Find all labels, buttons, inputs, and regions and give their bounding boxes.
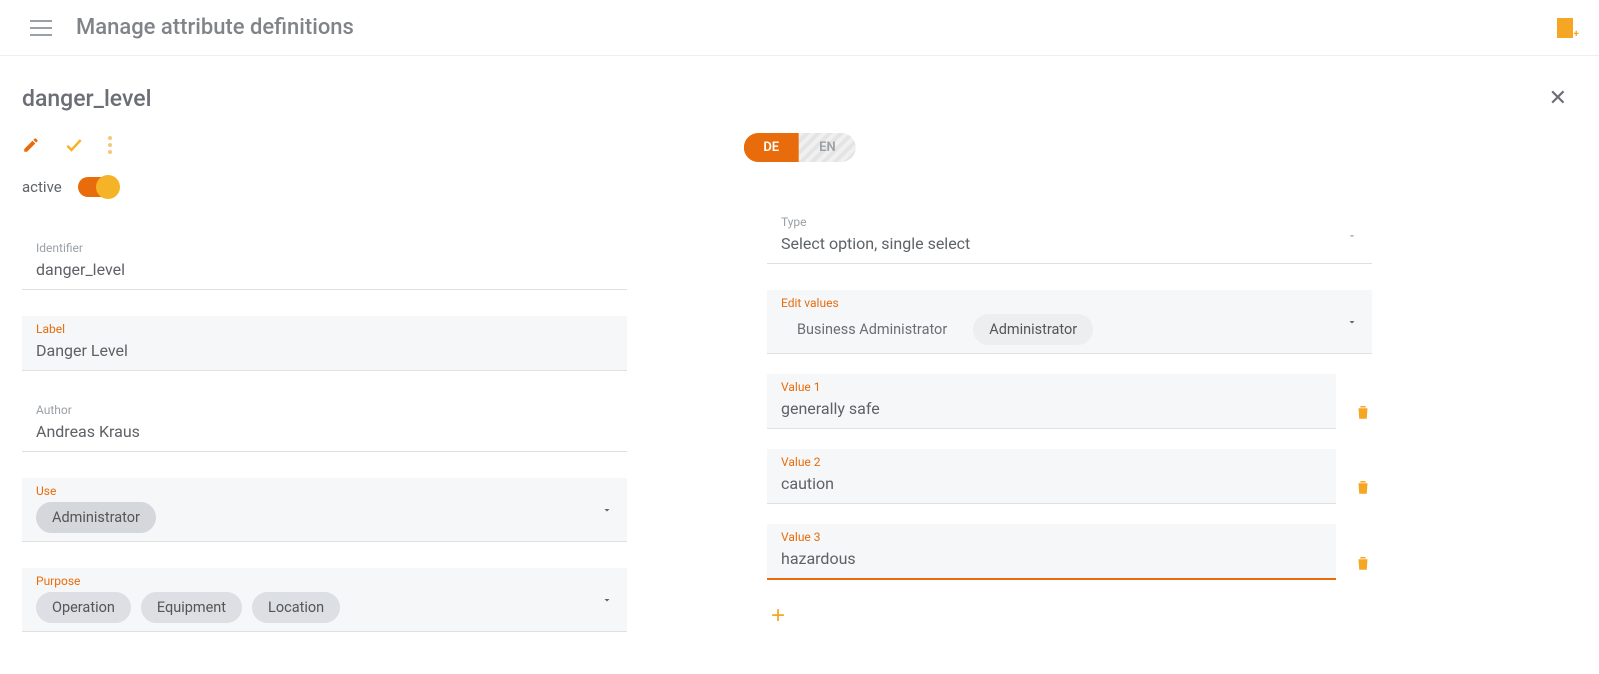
value-1-delete-icon[interactable]: [1354, 403, 1372, 429]
new-note-icon[interactable]: +: [1557, 18, 1577, 38]
use-chevron-down-icon[interactable]: [601, 504, 613, 516]
value-1-label: Value 1: [781, 380, 1322, 394]
active-toggle[interactable]: [78, 177, 118, 197]
purpose-chip-location[interactable]: Location: [252, 592, 340, 623]
add-value-row: +: [767, 604, 1372, 628]
type-chevron-down-icon[interactable]: [1346, 230, 1358, 242]
edit-values-field[interactable]: Edit values Business Administrator Admin…: [767, 290, 1372, 354]
value-2-value: caution: [781, 473, 1322, 495]
use-chip-administrator[interactable]: Administrator: [36, 502, 156, 533]
use-field[interactable]: Use Administrator: [22, 478, 627, 542]
type-value: Select option, single select: [781, 233, 1358, 255]
add-value-button[interactable]: +: [767, 604, 789, 628]
right-column: Type Select option, single select Edit v…: [767, 209, 1372, 632]
edit-icon[interactable]: [22, 136, 40, 154]
purpose-chips: Operation Equipment Location: [36, 592, 613, 623]
purpose-chip-operation[interactable]: Operation: [36, 592, 131, 623]
identifier-value: danger_level: [36, 259, 613, 281]
value-2-label: Value 2: [781, 455, 1322, 469]
language-option-en[interactable]: EN: [799, 133, 856, 162]
menu-icon[interactable]: [30, 20, 52, 36]
edit-values-chip-business-admin[interactable]: Business Administrator: [781, 314, 963, 345]
value-row-3: Value 3 hazardous: [767, 524, 1372, 580]
more-icon[interactable]: [108, 136, 112, 154]
purpose-label: Purpose: [36, 574, 613, 588]
sub-header: danger_level ✕: [0, 56, 1599, 123]
value-2-field[interactable]: Value 2 caution: [767, 449, 1336, 504]
edit-values-chips: Business Administrator Administrator: [781, 314, 1358, 345]
use-label: Use: [36, 484, 613, 498]
value-3-label: Value 3: [781, 530, 1322, 544]
value-3-value: hazardous: [781, 548, 1322, 570]
identifier-field: Identifier danger_level: [22, 235, 627, 290]
value-1-value: generally safe: [781, 398, 1322, 420]
confirm-icon[interactable]: [64, 135, 84, 155]
value-3-delete-icon[interactable]: [1354, 554, 1372, 580]
label-field[interactable]: Label Danger Level: [22, 316, 627, 371]
label-field-value: Danger Level: [36, 340, 613, 362]
type-field[interactable]: Type Select option, single select: [767, 209, 1372, 264]
purpose-field[interactable]: Purpose Operation Equipment Location: [22, 568, 627, 632]
author-label: Author: [36, 403, 613, 417]
edit-values-chip-admin[interactable]: Administrator: [973, 314, 1093, 345]
page-title: Manage attribute definitions: [76, 15, 1533, 40]
close-icon[interactable]: ✕: [1545, 82, 1571, 115]
purpose-chevron-down-icon[interactable]: [601, 594, 613, 606]
value-3-field[interactable]: Value 3 hazardous: [767, 524, 1336, 580]
language-switch: DE EN: [743, 133, 855, 162]
type-label: Type: [781, 215, 1358, 229]
active-label: active: [22, 178, 62, 196]
language-option-de[interactable]: DE: [743, 133, 799, 162]
author-field: Author Andreas Kraus: [22, 397, 627, 452]
edit-values-chevron-down-icon[interactable]: [1346, 316, 1358, 328]
purpose-chip-equipment[interactable]: Equipment: [141, 592, 242, 623]
attribute-name-title: danger_level: [22, 85, 151, 112]
label-field-label: Label: [36, 322, 613, 336]
value-row-2: Value 2 caution: [767, 449, 1372, 504]
top-bar: Manage attribute definitions +: [0, 0, 1599, 56]
value-2-delete-icon[interactable]: [1354, 478, 1372, 504]
left-column: Identifier danger_level Label Danger Lev…: [22, 209, 627, 632]
use-chips: Administrator: [36, 502, 613, 533]
edit-values-label: Edit values: [781, 296, 1358, 310]
columns: Identifier danger_level Label Danger Lev…: [0, 201, 1599, 662]
identifier-label: Identifier: [36, 241, 613, 255]
toolbar-row: DE EN: [0, 123, 1599, 155]
value-row-1: Value 1 generally safe: [767, 374, 1372, 429]
author-value: Andreas Kraus: [36, 421, 613, 443]
value-1-field[interactable]: Value 1 generally safe: [767, 374, 1336, 429]
